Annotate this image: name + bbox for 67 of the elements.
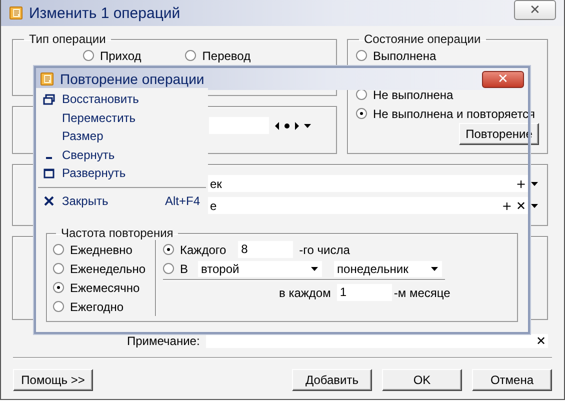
radio-label: Перевод (202, 48, 251, 62)
radio-label: Приход (100, 48, 142, 62)
radio-button[interactable] (356, 50, 367, 61)
radio-button[interactable] (53, 263, 64, 274)
dropdown[interactable]: второй (198, 260, 322, 276)
document-icon (40, 72, 54, 86)
radio-label: Ежемесячно (70, 280, 140, 294)
dialog-button[interactable]: Помощь >> (13, 369, 93, 391)
window-title: Изменить 1 операций (29, 4, 182, 22)
group-title: Частота повторения (60, 226, 174, 240)
field-label: в каждом (279, 286, 331, 300)
field-button[interactable]: + (514, 176, 528, 190)
clear-button[interactable]: ✕ (534, 334, 548, 348)
radio-label: Не выполнена (373, 88, 454, 102)
radio-button[interactable] (356, 89, 367, 100)
dialog-button[interactable]: Отмена (472, 369, 552, 391)
radio-button[interactable] (83, 50, 94, 61)
group-title: Состояние операции (363, 32, 482, 46)
input-field[interactable]: ек + (207, 175, 528, 192)
maximize-icon (43, 168, 55, 179)
menu-item[interactable]: Размер (36, 127, 208, 146)
menu-item[interactable]: Закрыть Alt+F4 (36, 190, 208, 212)
radio-label: Ежедневно (70, 242, 132, 256)
minimize-icon (46, 156, 52, 159)
dropdown-value: понедельник (337, 262, 408, 276)
dialog-button[interactable]: OK (382, 369, 462, 391)
radio-button[interactable] (53, 244, 64, 255)
menu-item[interactable]: Свернуть (36, 146, 208, 164)
radio-label: В (180, 262, 188, 276)
field-suffix: -м месяце (394, 286, 450, 300)
field-suffix: -го числа (299, 242, 350, 256)
menu-item[interactable]: Переместить (36, 108, 208, 127)
radio-button[interactable] (53, 282, 64, 293)
close-button[interactable]: ✕ (514, 0, 556, 20)
close-icon (43, 195, 55, 206)
document-icon (9, 6, 23, 20)
repeat-button[interactable]: Повторение (459, 123, 539, 145)
radio-label: Каждого (180, 242, 226, 256)
radio-button[interactable] (163, 263, 174, 274)
radio-label: Ежегодно (70, 300, 124, 314)
left-arrow-icon (273, 120, 281, 130)
radio-label: Выполнена (373, 48, 436, 62)
group-title: Тип операции (28, 32, 107, 46)
radio-button[interactable] (356, 108, 367, 119)
input-field[interactable]: ✕ (206, 334, 548, 348)
right-arrow-icon (293, 120, 301, 130)
radio-button[interactable] (53, 301, 64, 312)
window-title: Повторение операции (60, 71, 206, 87)
field-button[interactable]: ✕ (514, 198, 528, 212)
radio-label: Еженедельно (70, 262, 146, 276)
field-label: Примечание: (127, 334, 200, 348)
menu-item[interactable]: Развернуть (36, 164, 208, 182)
radio-button[interactable] (185, 50, 196, 61)
dropdown[interactable]: понедельник (334, 260, 442, 276)
radio-button[interactable] (163, 244, 174, 255)
restore-icon (43, 94, 55, 105)
field-value: е (210, 198, 218, 212)
input-field[interactable]: 8 (238, 241, 294, 258)
field-button[interactable]: + (500, 198, 514, 212)
input-field[interactable]: 1 (336, 284, 392, 301)
dropdown-value: второй (201, 262, 240, 276)
field-value: ек (210, 176, 223, 190)
dialog-button[interactable]: Добавить (292, 369, 372, 391)
radio-label: Не выполнена и повторяется (373, 106, 536, 120)
input-field[interactable]: е + ✕ (207, 197, 528, 214)
menu-item[interactable]: Восстановить (36, 90, 208, 108)
dot-icon (283, 120, 291, 130)
